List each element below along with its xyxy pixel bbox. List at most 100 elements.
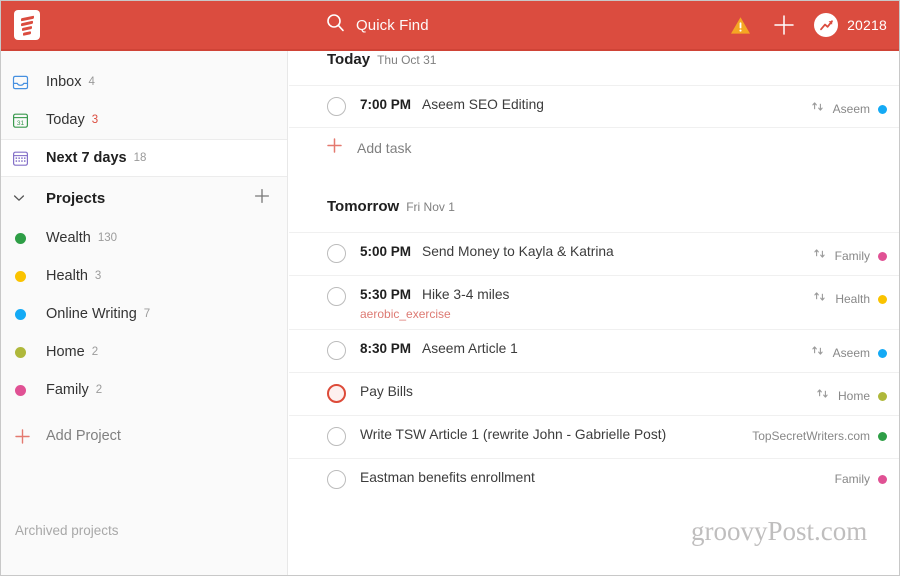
chevron-down-icon[interactable] (11, 190, 41, 206)
task-checkbox[interactable] (327, 470, 346, 489)
karma-button[interactable]: 20218 (806, 13, 891, 37)
add-task-button[interactable]: Add task (289, 128, 899, 168)
header-actions: 20218 (718, 1, 891, 49)
task-checkbox[interactable] (327, 287, 346, 306)
task-time: 8:30 PM (360, 341, 412, 356)
task-checkbox[interactable] (327, 427, 346, 446)
todoist-logo-icon[interactable] (5, 1, 49, 49)
section-title: Tomorrow (327, 198, 400, 215)
sidebar-item-label: Today (46, 112, 85, 128)
add-task-plus-icon[interactable] (762, 1, 806, 49)
project-color-dot-icon (11, 270, 41, 282)
task-project-label: Family (834, 249, 870, 263)
add-project-button[interactable]: Add Project (1, 416, 287, 456)
task-content: 5:30 PM Hike 3-4 miles aerobic_exercise (360, 276, 509, 329)
sidebar-item-count: 3 (91, 114, 99, 126)
karma-trend-icon (814, 13, 839, 37)
svg-text:31: 31 (17, 120, 25, 127)
task-content: 7:00 PM Aseem SEO Editing (360, 86, 544, 120)
task-label-tag[interactable]: aerobic_exercise (360, 307, 509, 321)
app-header: Quick Find 20218 (1, 1, 899, 49)
recurring-icon (812, 246, 827, 266)
task-row[interactable]: 7:00 PM Aseem SEO Editing Aseem (289, 85, 899, 128)
task-row[interactable]: 8:30 PM Aseem Article 1 Aseem (289, 329, 899, 372)
quick-find-label: Quick Find (356, 16, 429, 34)
task-project-label: Family (834, 472, 870, 486)
task-time: 5:30 PM (360, 287, 412, 302)
quick-find-search[interactable]: Quick Find (326, 1, 429, 49)
project-color-dot-icon (11, 346, 41, 358)
project-color-dot-icon (11, 308, 41, 320)
warning-triangle-icon[interactable] (718, 1, 762, 49)
task-row[interactable]: Eastman benefits enrollment Family (289, 458, 899, 501)
task-project-label: Home (837, 389, 870, 403)
sidebar-item-inbox[interactable]: Inbox 4 (1, 63, 287, 101)
project-count: 3 (94, 270, 102, 282)
task-project-label: Health (835, 292, 870, 306)
task-meta: Aseem (810, 330, 887, 363)
task-content: 5:00 PM Send Money to Kayla & Katrina (360, 233, 614, 267)
task-checkbox[interactable] (327, 97, 346, 116)
projects-label: Projects (46, 189, 106, 207)
recurring-icon (810, 99, 825, 119)
search-icon (326, 13, 345, 37)
projects-section-header[interactable]: Projects (1, 177, 287, 219)
task-row[interactable]: 5:00 PM Send Money to Kayla & Katrina Fa… (289, 232, 899, 275)
task-project-color-dot-icon (878, 474, 887, 484)
task-project-color-dot-icon (878, 251, 887, 261)
task-meta: Family (812, 233, 887, 266)
section-date: Thu Oct 31 (377, 53, 437, 67)
sidebar-project-wealth[interactable]: Wealth 130 (1, 219, 287, 257)
section-date: Fri Nov 1 (406, 200, 455, 214)
calendar-week-icon (11, 149, 41, 168)
task-checkbox[interactable] (327, 341, 346, 360)
task-content: 8:30 PM Aseem Article 1 (360, 330, 518, 364)
todoist-app-window: Quick Find 20218 Inbox 4 31 Today 3 Next… (0, 0, 900, 576)
task-project-color-dot-icon (878, 104, 887, 114)
task-title: Aseem SEO Editing (422, 97, 544, 112)
task-time: 5:00 PM (360, 244, 412, 259)
sidebar-project-family[interactable]: Family 2 (1, 371, 287, 409)
task-title: Pay Bills (360, 384, 413, 399)
project-label: Online Writing (46, 306, 137, 322)
task-row[interactable]: 5:30 PM Hike 3-4 miles aerobic_exercise … (289, 275, 899, 329)
sidebar-project-online-writing[interactable]: Online Writing 7 (1, 295, 287, 333)
inbox-icon (11, 73, 41, 92)
add-project-label: Add Project (46, 428, 121, 444)
sidebar-item-today[interactable]: 31 Today 3 (1, 101, 287, 139)
project-label: Health (46, 268, 88, 284)
recurring-icon (815, 386, 830, 406)
task-title: Write TSW Article 1 (rewrite John - Gabr… (360, 427, 667, 442)
task-content: Write TSW Article 1 (rewrite John - Gabr… (360, 416, 666, 450)
section-header-tomorrow: Tomorrow Fri Nov 1 (289, 198, 899, 232)
project-label: Family (46, 382, 89, 398)
plus-icon (325, 136, 344, 160)
task-list-main: Today Thu Oct 31 7:00 PM Aseem SEO Editi… (289, 51, 899, 575)
sidebar-item-next-7-days[interactable]: Next 7 days 18 (1, 139, 287, 177)
task-row[interactable]: Write TSW Article 1 (rewrite John - Gabr… (289, 415, 899, 458)
task-checkbox-priority-1[interactable] (327, 384, 346, 403)
sidebar-item-label: Inbox (46, 74, 82, 90)
task-meta: Aseem (810, 86, 887, 119)
add-task-label: Add task (357, 140, 412, 156)
project-color-dot-icon (11, 232, 41, 244)
plus-icon (11, 427, 41, 446)
project-label: Wealth (46, 230, 91, 246)
task-title: Aseem Article 1 (422, 341, 518, 356)
calendar-today-icon: 31 (11, 111, 41, 130)
sidebar-project-home[interactable]: Home 2 (1, 333, 287, 371)
task-meta: Health (812, 276, 887, 309)
recurring-icon (810, 343, 825, 363)
archived-projects-link[interactable]: Archived projects (15, 523, 119, 538)
task-meta: Family (835, 459, 887, 486)
section-header-today: Today Thu Oct 31 (289, 51, 899, 85)
task-project-label: Aseem (832, 346, 870, 360)
task-project-label: TopSecretWriters.com (752, 429, 870, 443)
sidebar-project-health[interactable]: Health 3 (1, 257, 287, 295)
task-row[interactable]: Pay Bills Home (289, 372, 899, 415)
task-checkbox[interactable] (327, 244, 346, 263)
add-project-plus-icon[interactable] (253, 187, 271, 210)
task-project-color-dot-icon (878, 431, 887, 441)
recurring-icon (812, 289, 827, 309)
project-count: 2 (95, 384, 103, 396)
